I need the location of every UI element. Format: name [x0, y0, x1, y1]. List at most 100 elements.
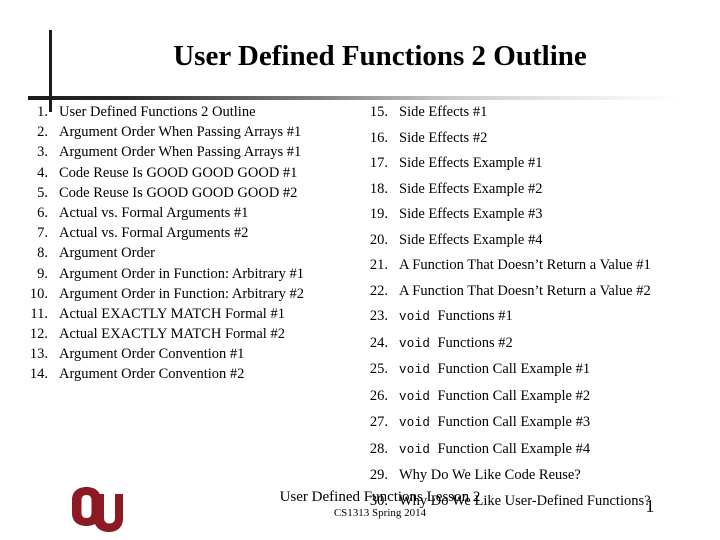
outline-item-number: 19.: [369, 206, 388, 222]
outline-item: 25. void Function Call Example #1: [362, 361, 714, 379]
outline-item-text: Code Reuse Is GOOD GOOD GOOD #1: [59, 164, 298, 181]
outline-item: 2. Argument Order When Passing Arrays #1: [22, 124, 360, 141]
outline-item-number: 12.: [29, 326, 48, 343]
outline-item: 12. Actual EXACTLY MATCH Formal #2: [22, 326, 360, 343]
outline-item-label: Functions #1: [437, 308, 513, 324]
outline-item-text: Actual vs. Formal Arguments #2: [59, 225, 249, 242]
outline-item-number: 9.: [37, 265, 48, 282]
outline-item-number: 23.: [369, 308, 388, 324]
outline-item-number: 14.: [29, 366, 48, 383]
outline-item: 3. Argument Order When Passing Arrays #1: [22, 144, 360, 161]
outline-item-label: Function Call Example #2: [437, 387, 591, 404]
outline-item-text: Argument Order When Passing Arrays #1: [59, 144, 302, 161]
outline-item-number: 15.: [369, 104, 388, 120]
outline-item: 22. A Function That Doesn’t Return a Valu…: [362, 283, 714, 300]
slide-title-area: User Defined Functions 2 Outline: [0, 0, 720, 112]
outline-item: 5. Code Reuse Is GOOD GOOD GOOD #2: [22, 185, 360, 202]
outline-item-text: Side Effects Example #2: [399, 180, 543, 197]
outline-item-text: A Function That Doesn’t Return a Value #…: [399, 282, 651, 299]
outline-item-label: Function Call Example #3: [437, 414, 591, 430]
footer-lesson-title: User Defined Functions Lesson 2: [279, 489, 481, 505]
outline-item: 6. Actual vs. Formal Arguments #1: [22, 205, 360, 222]
outline-item-label: Functions #2: [437, 334, 513, 351]
outline-item-text: Argument Order in Function: Arbitrary #2: [59, 285, 304, 302]
outline-column-right: 15. Side Effects #1 16. Side Effects #2 17. S…: [362, 104, 714, 518]
outline-item-number: 29.: [369, 467, 388, 483]
outline-item-text: void Function Call Example #4: [399, 441, 714, 459]
outline-item-text: void Function Call Example #3: [399, 414, 714, 432]
outline-item: 29. Why Do We Like Code Reuse?: [362, 467, 714, 484]
outline-item-text: Actual EXACTLY MATCH Formal #2: [59, 326, 285, 343]
outline-item-text: User Defined Functions 2 Outline: [59, 104, 256, 120]
code-keyword: void: [399, 310, 431, 324]
footer-text-block: User Defined Functions Lesson 2 CS1313 S…: [180, 488, 580, 520]
outline-item-text: Side Effects Example #3: [399, 206, 543, 222]
code-keyword: void: [399, 363, 431, 377]
outline-item-number: 8.: [37, 245, 48, 262]
page-title: User Defined Functions 2 Outline: [173, 40, 587, 72]
outline-item: 26. void Function Call Example #2: [362, 388, 714, 406]
outline-item-number: 18.: [369, 180, 388, 197]
outline-item-label: Function Call Example #1: [437, 361, 591, 377]
outline-item-number: 20.: [369, 231, 388, 248]
outline-item: 1. User Defined Functions 2 Outline: [22, 104, 360, 121]
outline-item-number: 3.: [37, 144, 48, 161]
outline-item-number: 5.: [37, 184, 48, 201]
outline-item: 9. Argument Order in Function: Arbitrary …: [22, 266, 360, 283]
outline-item-text: Argument Order in Function: Arbitrary #1: [59, 265, 304, 282]
outline-item-number: 6.: [37, 204, 48, 221]
code-keyword: void: [399, 416, 431, 430]
code-keyword: void: [399, 389, 431, 404]
outline-item: 24. void Functions #2: [362, 335, 714, 353]
outline-item-number: 27.: [369, 414, 388, 430]
outline-item-number: 16.: [369, 129, 388, 146]
outline-item-text: Argument Order Convention #2: [59, 366, 245, 383]
outline-item-label: Function Call Example #4: [437, 440, 591, 457]
outline-item: 28. void Function Call Example #4: [362, 441, 714, 459]
outline-item-number: 4.: [37, 164, 48, 181]
outline-item-text: Argument Order When Passing Arrays #1: [59, 124, 302, 141]
outline-item-number: 17.: [369, 155, 388, 171]
outline-item-number: 21.: [369, 257, 388, 273]
outline-item-text: Side Effects #2: [399, 129, 488, 146]
outline-item-text: void Function Call Example #2: [399, 388, 714, 406]
outline-item: 20. Side Effects Example #4: [362, 232, 714, 249]
outline-item-text: A Function That Doesn’t Return a Value #…: [399, 257, 651, 273]
outline-item-number: 22.: [369, 282, 388, 299]
outline-item-text: void Functions #1: [399, 308, 714, 326]
outline-item-text: Side Effects Example #1: [399, 155, 543, 171]
outline-item-number: 25.: [369, 361, 388, 377]
outline-item-text: Actual EXACTLY MATCH Formal #1: [59, 305, 285, 322]
outline-item-text: Why Do We Like Code Reuse?: [399, 467, 581, 483]
outline-column-left: 1. User Defined Functions 2 Outline 2. Argu…: [22, 104, 360, 387]
outline-item: 16. Side Effects #2: [362, 130, 714, 147]
outline-item-text: Argument Order: [59, 245, 155, 262]
outline-item-number: 26.: [369, 387, 388, 404]
outline-item: 8. Argument Order: [22, 245, 360, 262]
outline-item-number: 11.: [30, 305, 48, 322]
slide: User Defined Functions 2 Outline 1. User …: [0, 0, 720, 540]
outline-item-text: Argument Order Convention #1: [59, 346, 245, 363]
outline-item-text: Side Effects #1: [399, 104, 488, 120]
outline-item-text: void Function Call Example #1: [399, 361, 714, 379]
outline-item: 7. Actual vs. Formal Arguments #2: [22, 225, 360, 242]
outline-item: 18. Side Effects Example #2: [362, 181, 714, 198]
outline-item: 19. Side Effects Example #3: [362, 206, 714, 223]
outline-item: 13. Argument Order Convention #1: [22, 346, 360, 363]
outline-item: 27. void Function Call Example #3: [362, 414, 714, 432]
outline-item: 21. A Function That Doesn’t Return a Valu…: [362, 257, 714, 274]
outline-item: 17. Side Effects Example #1: [362, 155, 714, 172]
outline-item-text: Actual vs. Formal Arguments #1: [59, 204, 249, 221]
slide-footer: User Defined Functions Lesson 2 CS1313 S…: [0, 484, 720, 540]
outline-item: 4. Code Reuse Is GOOD GOOD GOOD #1: [22, 165, 360, 182]
outline-item-text: Code Reuse Is GOOD GOOD GOOD #2: [59, 184, 298, 201]
outline-item-number: 1.: [37, 104, 48, 120]
ou-logo: [66, 486, 128, 534]
outline-item: 10. Argument Order in Function: Arbitrary…: [22, 286, 360, 303]
outline-item-number: 7.: [37, 225, 48, 242]
outline-item: 23. void Functions #1: [362, 308, 714, 326]
outline-item-number: 10.: [29, 285, 48, 302]
outline-item: 11. Actual EXACTLY MATCH Formal #1: [22, 306, 360, 323]
code-keyword: void: [399, 442, 431, 457]
outline-item: 14. Argument Order Convention #2: [22, 366, 360, 383]
